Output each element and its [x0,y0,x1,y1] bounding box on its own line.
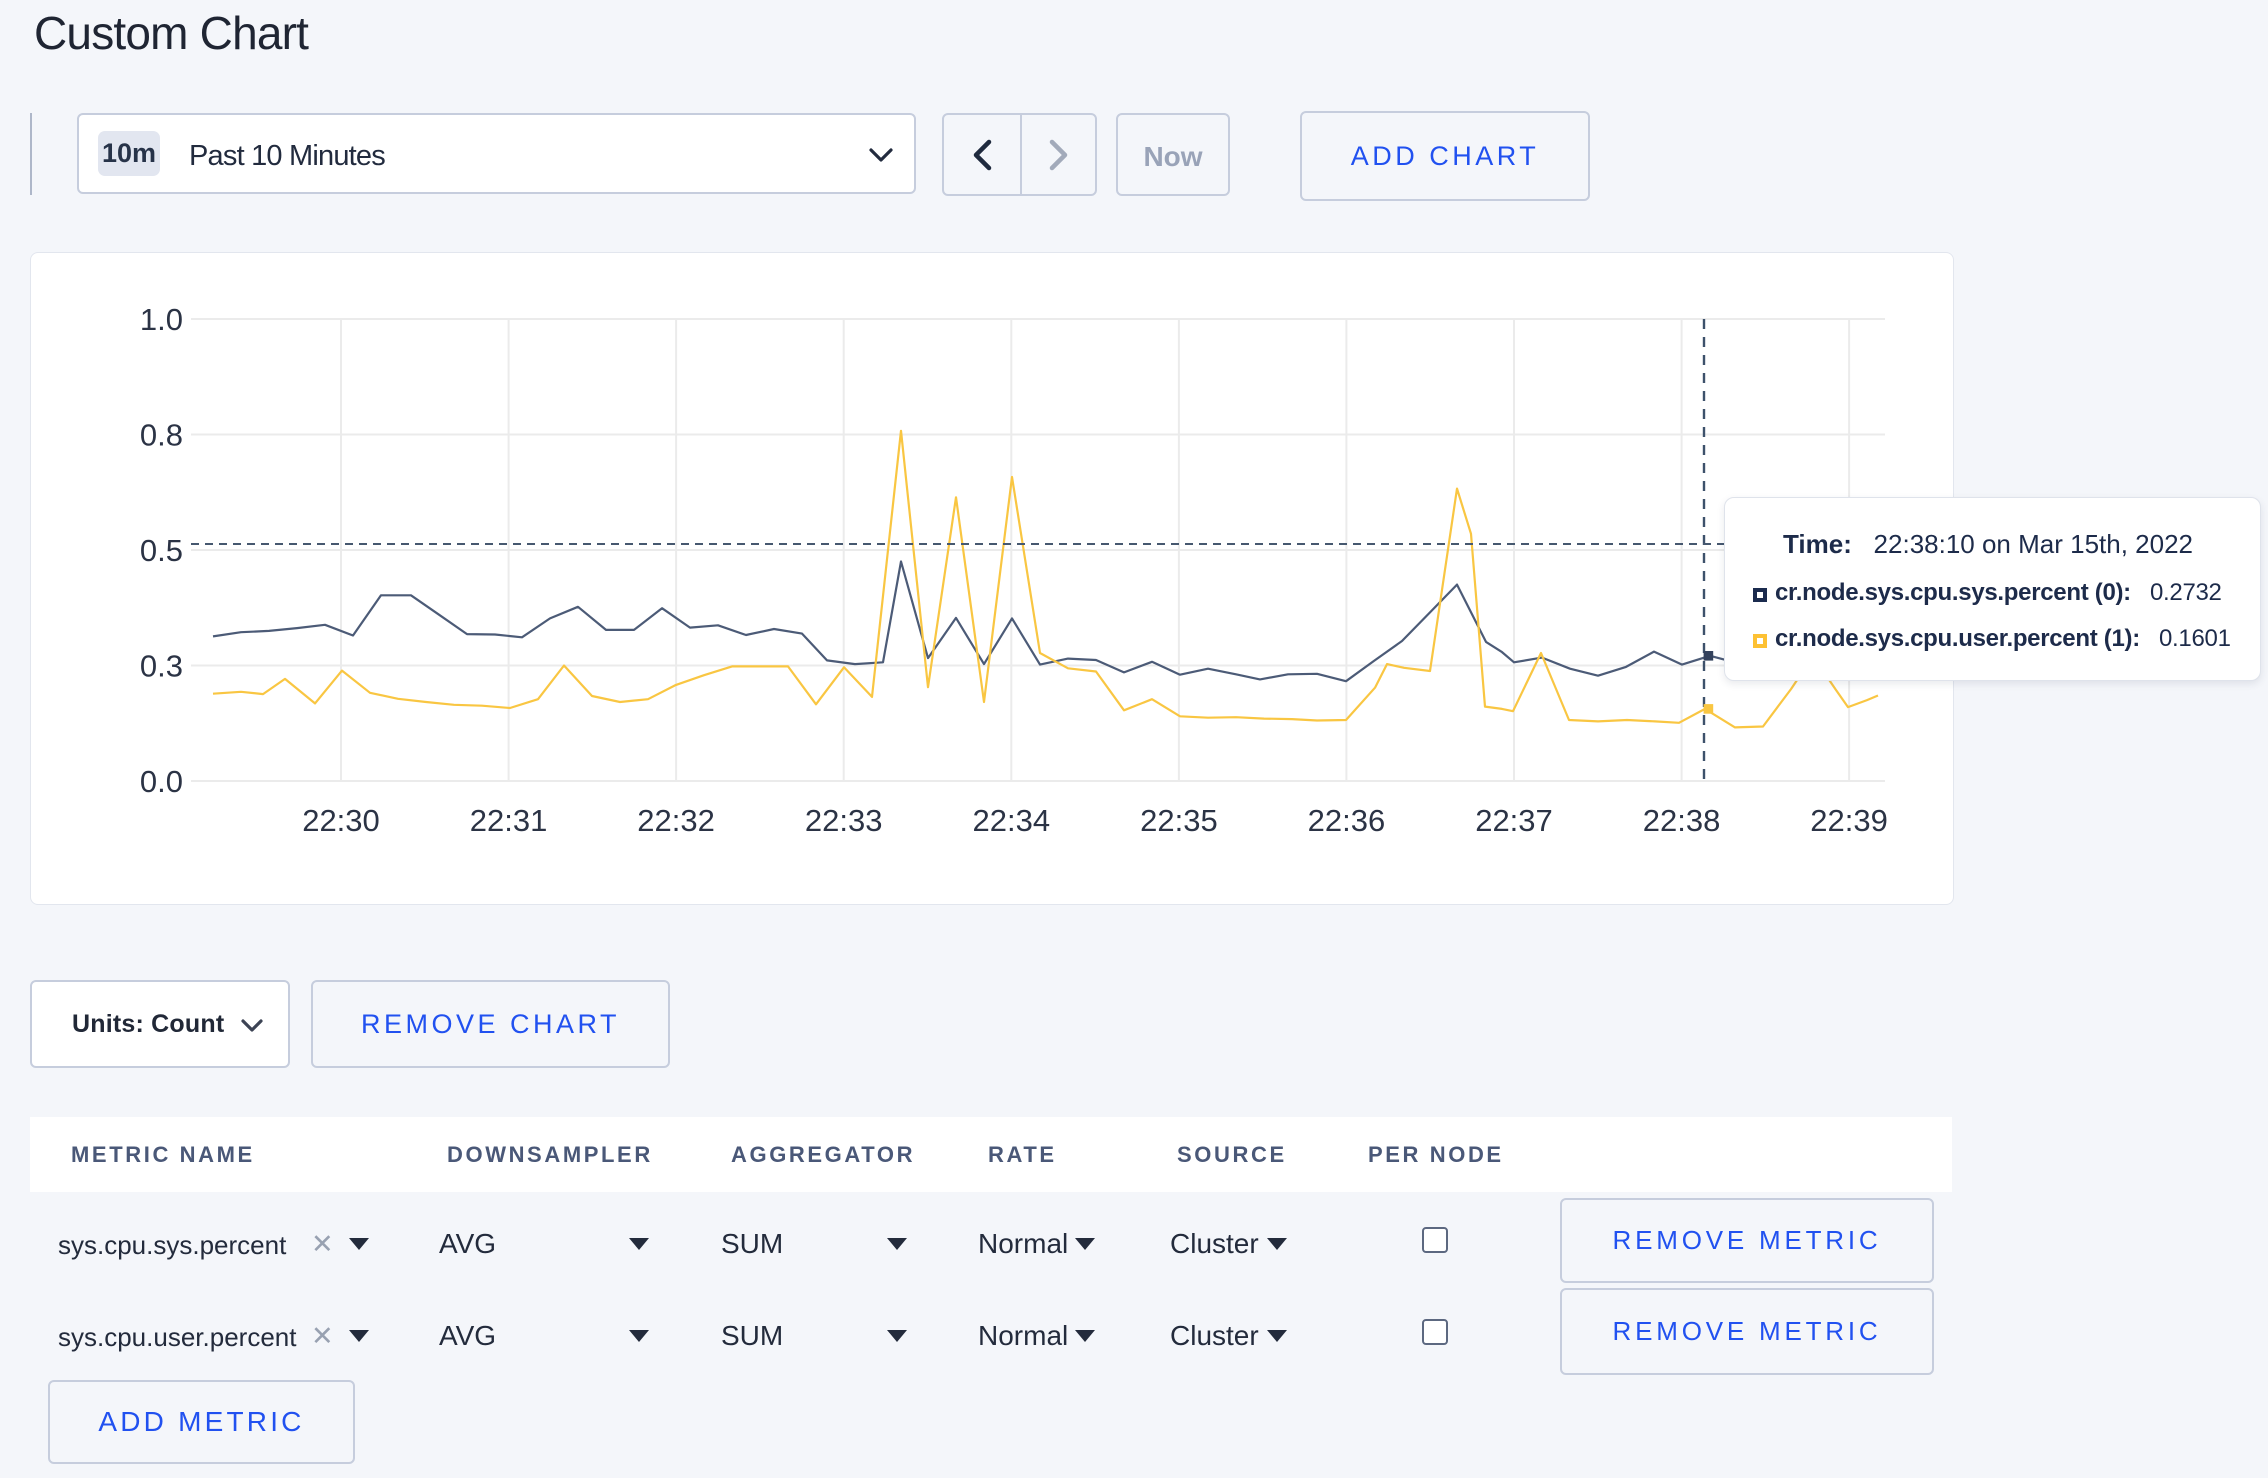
svg-text:22:36: 22:36 [1308,803,1386,838]
svg-text:0.0: 0.0 [140,764,183,799]
svg-text:22:31: 22:31 [470,803,548,838]
svg-text:22:30: 22:30 [302,803,380,838]
svg-text:0.5: 0.5 [140,533,183,568]
svg-text:0.3: 0.3 [140,649,183,684]
svg-text:22:33: 22:33 [805,803,883,838]
svg-text:22:38: 22:38 [1643,803,1721,838]
svg-text:22:35: 22:35 [1140,803,1218,838]
svg-text:0.8: 0.8 [140,418,183,453]
svg-text:22:34: 22:34 [973,803,1051,838]
svg-text:22:37: 22:37 [1475,803,1553,838]
svg-text:22:32: 22:32 [637,803,715,838]
svg-text:22:39: 22:39 [1810,803,1888,838]
svg-text:1.0: 1.0 [140,302,183,337]
